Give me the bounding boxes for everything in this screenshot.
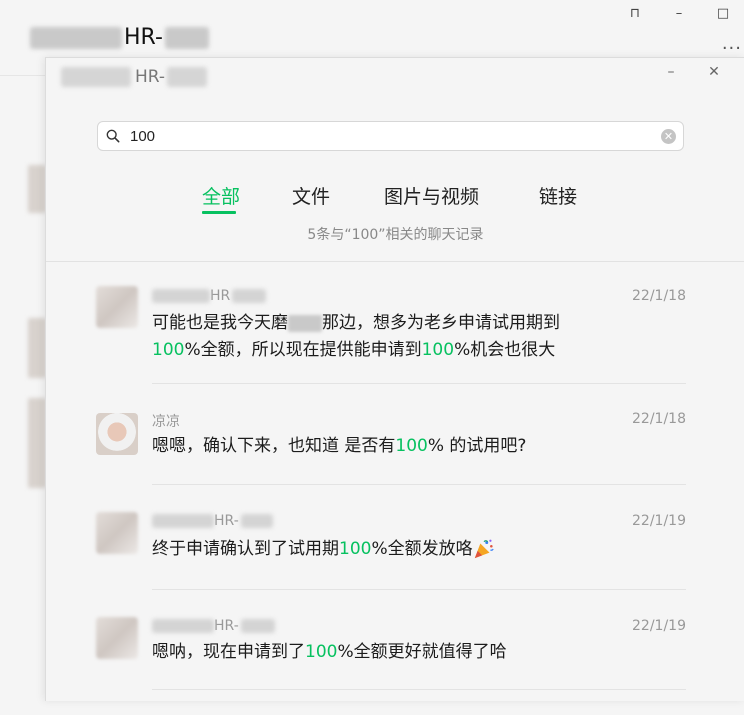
search-result-item[interactable]: 凉凉 22/1/18 嗯嗯，确认下来，也知道 是否有100% 的试用吧? [46,408,744,508]
message-fragment: 终于申请确认到了试用期 [152,539,339,559]
dialog-minimize-button[interactable]: – [659,64,683,80]
row-separator [152,589,686,590]
redacted-name [152,514,214,528]
chat-window-title: HR- [30,24,209,52]
tab-links[interactable]: 链接 [539,182,577,209]
redacted-name [240,619,275,633]
chat-window-title-text: HR- [124,25,163,50]
message-fragment: % 的试用吧? [427,436,527,456]
message-fragment: 嗯呐，现在申请到了 [152,642,305,662]
window-controls: ⊓ – □ [624,6,734,21]
message-date: 22/1/19 [632,618,686,634]
redacted-name [152,619,214,633]
message-text: 嗯呐，现在申请到了100%全额更好就值得了哈 [152,639,592,666]
keyword-highlight: 100 [395,436,428,456]
sender-name: HR- [152,618,275,634]
background-avatar [28,318,46,378]
sender-name-text: HR [210,288,231,304]
result-count-text: 5条与“100”相关的聊天记录 [307,227,484,243]
message-fragment: %全额，所以现在提供能申请到 [184,340,422,360]
list-divider [46,261,744,262]
message-text: 终于申请确认到了试用期100%全额发放咯 [152,536,592,563]
sender-name-text: HR- [214,618,239,634]
sender-name: 凉凉 [152,414,180,430]
message-fragment: 嗯嗯，确认下来，也知道 是否有 [152,436,396,456]
more-options-icon[interactable]: ··· [722,38,742,59]
message-fragment: %机会也很大 [454,340,556,360]
redacted-name [240,514,273,528]
search-result-item[interactable]: HR- 22/1/19 终于申请确认到了试用期100%全额发放咯 [46,510,744,610]
redacted-name [30,27,122,49]
sender-name: HR- [152,513,273,529]
avatar [96,413,138,455]
message-text: 可能也是我今天磨 那边，想多为老乡申请试用期到 100%全额，所以现在提供能申请到1… [152,310,592,364]
avatar [96,617,138,659]
tab-images-videos[interactable]: 图片与视频 [384,182,479,209]
redacted-text [288,314,322,332]
keyword-highlight: 100 [339,539,372,559]
message-fragment: 可能也是我今天磨 [152,313,288,333]
keyword-highlight: 100 [152,340,185,360]
row-separator [152,689,686,690]
row-separator [152,383,686,384]
sender-name-text: HR- [214,513,239,529]
message-date: 22/1/18 [632,288,686,304]
dialog-title-text: HR- [135,67,166,87]
search-icon [106,129,120,143]
pin-icon[interactable]: ⊓ [624,6,646,21]
background-avatar [28,398,46,488]
search-result-item[interactable]: HR 22/1/18 可能也是我今天磨 那边，想多为老乡申请试用期到 100%全额，… [46,283,744,383]
search-input[interactable] [128,126,661,146]
maximize-button[interactable]: □ [712,6,734,21]
message-fragment: 那边，想多为老乡申请试用期到 [322,313,560,333]
redacted-name [232,289,267,303]
message-date: 22/1/18 [632,411,686,427]
minimize-button[interactable]: – [668,6,690,21]
message-fragment: %全额更好就值得了哈 [337,642,507,662]
search-result-item[interactable]: HR- 22/1/19 嗯呐，现在申请到了100%全额更好就值得了哈 [46,615,744,715]
keyword-highlight: 100 [305,642,338,662]
redacted-name [61,67,131,87]
tab-files[interactable]: 文件 [292,182,330,209]
search-bar: ✕ [97,121,684,151]
sender-name: HR [152,288,267,304]
row-separator [152,484,686,485]
background-avatar [28,165,46,213]
avatar [96,512,138,554]
chat-history-search-dialog: HR- – ✕ ✕ 全部 文件 图片与视频 链接 5条与“100”相关的聊天记录… [45,57,744,701]
redacted-name [164,27,209,49]
message-fragment: %全额发放咯 [371,539,473,559]
tab-all[interactable]: 全部 [202,182,240,209]
dialog-close-button[interactable]: ✕ [702,64,726,80]
clear-search-icon[interactable]: ✕ [661,128,676,144]
active-tab-indicator [202,211,236,214]
avatar [96,286,138,328]
party-popper-icon [474,539,494,559]
message-date: 22/1/19 [632,513,686,529]
dialog-title: HR- [61,67,211,87]
redacted-name [167,67,208,87]
message-text: 嗯嗯，确认下来，也知道 是否有100% 的试用吧? [152,433,592,460]
redacted-name [152,289,210,303]
keyword-highlight: 100 [421,340,455,360]
